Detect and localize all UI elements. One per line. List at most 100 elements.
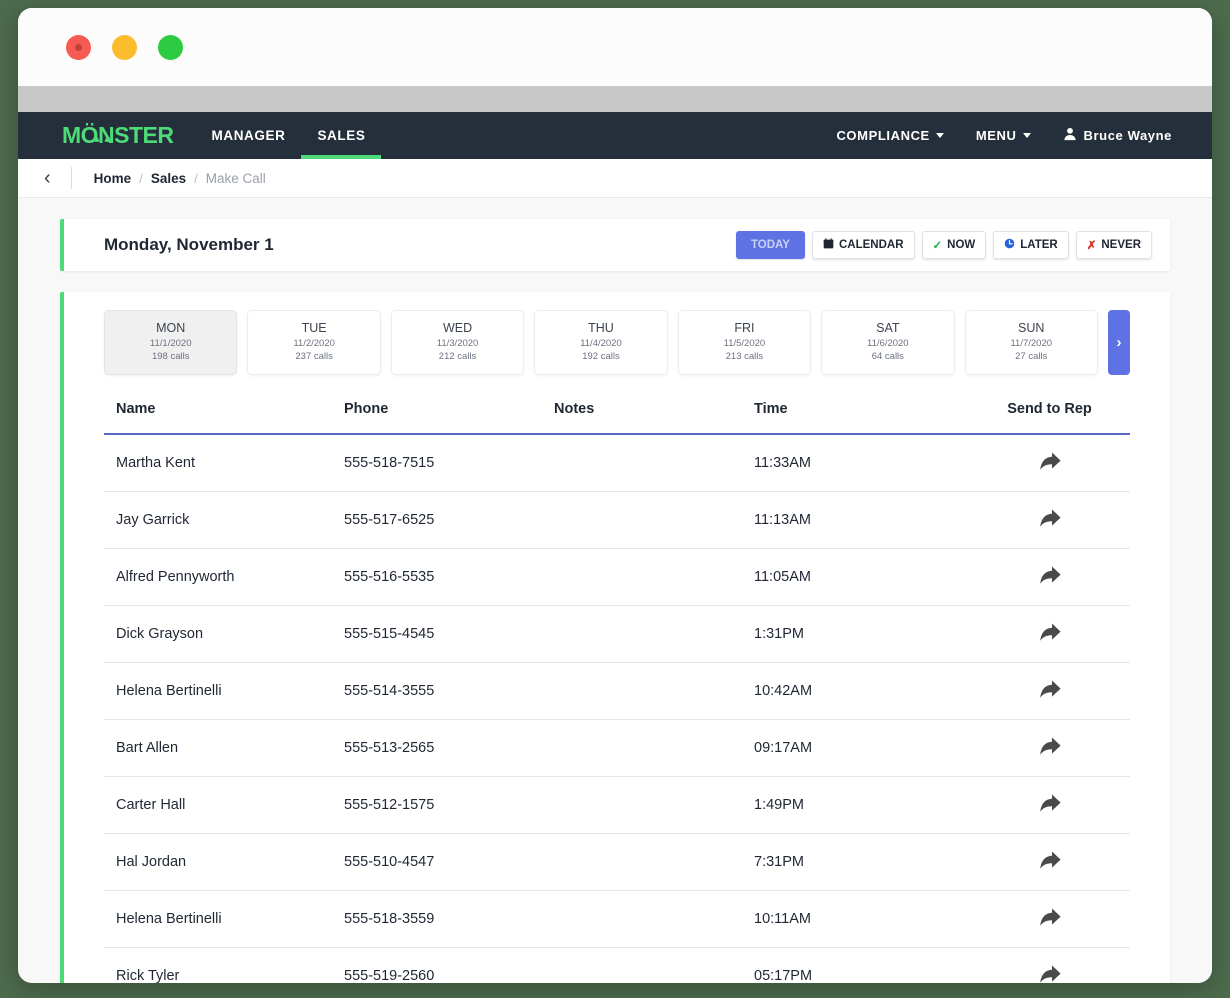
cell-send-to-rep [969,947,1130,983]
nav-item-manager-label: MANAGER [211,128,286,143]
day-strip-next-button[interactable]: › [1107,310,1130,375]
filter-never-button[interactable]: ✗ NEVER [1075,231,1152,259]
app-logo-text: MÖNSTER [62,122,174,148]
chevron-down-icon [935,133,944,138]
user-account-menu[interactable]: Bruce Wayne [1047,112,1188,159]
column-header-phone: Phone [344,400,554,435]
filter-today-button[interactable]: TODAY [735,231,805,259]
nav-item-menu[interactable]: MENU [960,112,1047,159]
cell-name: Hal Jordan [104,833,344,891]
browser-chrome-strip [18,86,1212,112]
cell-time: 7:31PM [754,833,969,891]
navbar-left-group: MÖNSTER MANAGER SALES [42,112,382,159]
filter-calendar-button[interactable]: CALENDAR [811,231,915,259]
send-to-rep-icon[interactable] [1037,451,1063,473]
chevron-left-icon[interactable]: ‹ [44,168,71,188]
cell-notes [554,433,754,492]
day-tab-calls: 192 calls [582,350,620,362]
table-header-row: Name Phone Notes Time Send to Rep [104,400,1130,435]
cell-notes [554,890,754,948]
table-row[interactable]: Dick Grayson 555-515-4545 1:31PM [104,605,1130,663]
cell-name: Rick Tyler [104,947,344,983]
send-to-rep-icon[interactable] [1037,964,1063,983]
cell-time: 11:13AM [754,491,969,549]
day-tab-calls: 27 calls [1015,350,1048,362]
cell-name: Helena Bertinelli [104,662,344,720]
top-navbar: MÖNSTER MANAGER SALES COMPLIANCE MENU Br… [18,112,1212,159]
day-tab-mon[interactable]: MON 11/1/2020 198 calls [104,310,238,375]
day-tab-calls: 212 calls [438,350,477,362]
table-row[interactable]: Helena Bertinelli 555-518-3559 10:11AM [104,890,1130,948]
browser-window: MÖNSTER MANAGER SALES COMPLIANCE MENU Br… [18,8,1212,983]
day-tab-calls: 198 calls [151,350,190,362]
page-title: Monday, November 1 [104,235,274,254]
cell-notes [554,719,754,777]
column-header-name: Name [104,400,344,435]
cell-notes [554,776,754,834]
table-row[interactable]: Carter Hall 555-512-1575 1:49PM [104,776,1130,834]
table-row[interactable]: Helena Bertinelli 555-514-3555 10:42AM [104,662,1130,720]
filter-button-group: TODAY CALENDAR ✓ NOW LATER ✗ NEVER [735,231,1152,259]
cell-notes [554,491,754,549]
table-row[interactable]: Rick Tyler 555-519-2560 05:17PM [104,947,1130,983]
cell-phone: 555-519-2560 [344,947,554,983]
table-row[interactable]: Martha Kent 555-518-7515 11:33AM [104,433,1130,492]
send-to-rep-icon[interactable] [1037,736,1063,758]
send-to-rep-icon[interactable] [1037,793,1063,815]
calls-table-body: Martha Kent 555-518-7515 11:33AM Jay Garric… [104,433,1130,983]
filter-now-button[interactable]: ✓ NOW [921,231,987,259]
window-minimize-button[interactable] [112,34,137,60]
nav-item-sales[interactable]: SALES [301,112,382,159]
send-to-rep-icon[interactable] [1037,907,1063,929]
day-tab-sat[interactable]: SAT 11/6/2020 64 calls [821,310,955,375]
table-row[interactable]: Alfred Pennyworth 555-516-5535 11:05AM [104,548,1130,606]
day-tab-thu[interactable]: THU 11/4/2020 192 calls [534,310,668,375]
table-row[interactable]: Jay Garrick 555-517-6525 11:13AM [104,491,1130,549]
cell-name: Bart Allen [104,719,344,777]
filter-now-label: NOW [947,239,976,251]
cell-time: 1:49PM [754,776,969,834]
filter-today-label: TODAY [750,239,790,251]
app-logo[interactable]: MÖNSTER [42,112,196,159]
window-close-button[interactable] [66,34,91,60]
cell-phone: 555-518-3559 [344,890,554,948]
day-tab-tue[interactable]: TUE 11/2/2020 237 calls [247,310,381,375]
table-row[interactable]: Bart Allen 555-513-2565 09:17AM [104,719,1130,777]
nav-item-sales-label: SALES [317,128,366,143]
window-maximize-button[interactable] [158,34,183,60]
breadcrumb: Home / Sales / Make Call [70,167,266,189]
filter-later-button[interactable]: LATER [993,231,1069,259]
breadcrumb-item-home[interactable]: Home [94,171,132,186]
chevron-down-icon [1022,133,1031,138]
send-to-rep-icon[interactable] [1037,508,1063,530]
day-tab-name: SAT [876,321,900,335]
send-to-rep-icon[interactable] [1037,622,1063,644]
day-tab-fri[interactable]: FRI 11/5/2020 213 calls [677,310,812,375]
nav-item-compliance-label: COMPLIANCE [836,128,930,143]
cell-send-to-rep [969,890,1130,948]
day-tab-date: 11/6/2020 [867,338,909,349]
send-to-rep-icon[interactable] [1037,850,1063,872]
day-tab-sun[interactable]: SUN 11/7/2020 27 calls [964,310,1098,375]
clock-icon [1004,238,1015,252]
nav-item-compliance[interactable]: COMPLIANCE [820,112,959,159]
calls-table-head: Name Phone Notes Time Send to Rep [104,400,1130,435]
table-row[interactable]: Hal Jordan 555-510-4547 7:31PM [104,833,1130,891]
nav-item-menu-label: MENU [975,128,1017,143]
day-tab-name: TUE [301,321,327,335]
send-to-rep-icon[interactable] [1037,679,1063,701]
day-tab-wed[interactable]: WED 11/3/2020 212 calls [390,310,525,375]
navbar-right-group: COMPLIANCE MENU Bruce Wayne [820,112,1188,159]
calls-table-wrapper: Name Phone Notes Time Send to Rep Martha… [64,400,1170,983]
breadcrumb-item-sales[interactable]: Sales [151,171,186,186]
calls-table: Name Phone Notes Time Send to Rep Martha… [104,400,1130,983]
cell-name: Carter Hall [104,776,344,834]
cell-notes [554,662,754,720]
day-tab-name: THU [588,321,614,335]
day-tab-date: 11/4/2020 [580,338,622,349]
send-to-rep-icon[interactable] [1037,565,1063,587]
day-tab-name: MON [156,321,186,335]
nav-item-manager[interactable]: MANAGER [196,112,302,159]
cell-time: 10:11AM [754,890,969,948]
cell-send-to-rep [969,719,1130,777]
